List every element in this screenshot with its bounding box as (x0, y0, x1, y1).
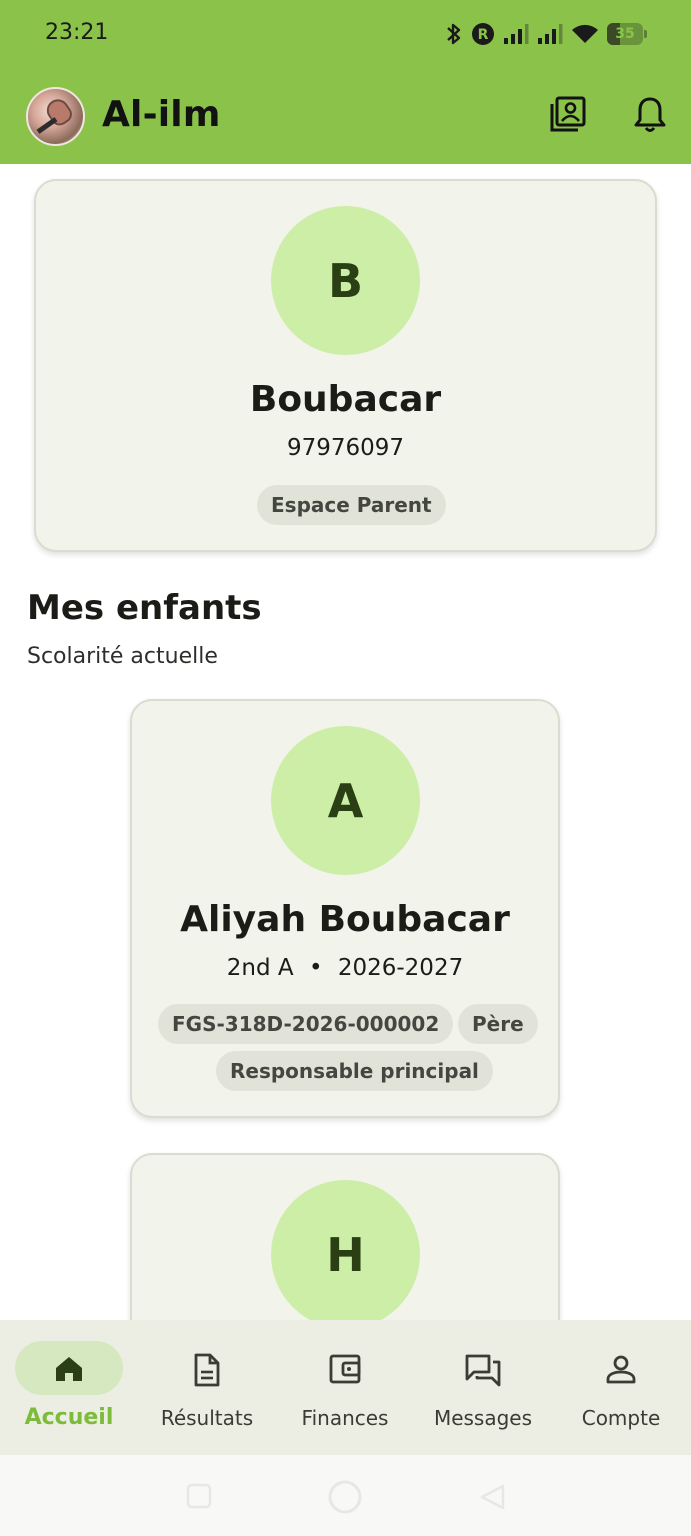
parent-profile-card: B Boubacar 97976097 Espace Parent (34, 179, 657, 552)
nav-item-finances[interactable]: Finances (276, 1320, 414, 1455)
nav-item-compte[interactable]: Compte (552, 1320, 690, 1455)
home-icon (0, 1352, 138, 1388)
status-time: 23:21 (45, 20, 109, 45)
bell-icon (633, 95, 667, 137)
app-title: Al-ilm (102, 94, 221, 135)
child-card[interactable]: A Aliyah Boubacar 2nd A • 2026-2027 FGS-… (130, 699, 560, 1118)
signal-icon (537, 23, 563, 45)
system-navigation-bar (0, 1455, 691, 1536)
child-avatar: A (271, 726, 420, 875)
separator-dot: • (308, 955, 323, 981)
nav-label: Compte (581, 1406, 661, 1430)
contact-card-icon (548, 94, 588, 138)
roaming-r-icon: R (471, 22, 495, 46)
child-name: Aliyah Boubacar (180, 899, 510, 940)
nav-label: Messages (433, 1406, 533, 1430)
wallet-icon (276, 1352, 414, 1388)
section-subtitle: Scolarité actuelle (27, 644, 218, 669)
chat-icon (414, 1352, 552, 1388)
battery-icon: 35 (607, 23, 647, 45)
student-id-chip: FGS-318D-2026-000002 (158, 1004, 454, 1044)
person-icon (552, 1352, 690, 1388)
child-class-year: 2nd A • 2026-2027 (132, 955, 558, 981)
app-header: 23:21 R 35 Al-ilm (0, 0, 691, 164)
child-school-year: 2026-2027 (337, 955, 464, 981)
bluetooth-icon (445, 21, 463, 47)
bottom-navigation: Accueil Résultats Finances Messages Comp… (0, 1320, 691, 1455)
relation-chip: Père (458, 1004, 538, 1044)
status-icons: R 35 (445, 20, 647, 48)
recents-square-icon[interactable] (186, 1483, 212, 1513)
home-circle-icon[interactable] (327, 1479, 363, 1519)
app-logo-avatar[interactable] (26, 87, 85, 146)
nav-label: Accueil (24, 1405, 114, 1430)
parent-avatar: B (271, 206, 420, 355)
child-avatar: H (271, 1180, 420, 1329)
nav-item-messages[interactable]: Messages (414, 1320, 552, 1455)
nav-label: Résultats (160, 1406, 254, 1430)
wifi-icon (571, 23, 599, 45)
battery-level: 35 (615, 26, 635, 42)
document-icon (138, 1352, 276, 1388)
section-title: Mes enfants (27, 588, 262, 628)
back-triangle-icon[interactable] (478, 1483, 506, 1515)
responsible-chip: Responsable principal (216, 1051, 493, 1091)
nav-label: Finances (301, 1406, 389, 1430)
parent-name: Boubacar (249, 379, 442, 420)
role-chip: Espace Parent (257, 485, 446, 525)
parent-phone: 97976097 (286, 435, 405, 461)
contact-card-button[interactable] (548, 96, 588, 136)
nav-item-resultats[interactable]: Résultats (138, 1320, 276, 1455)
child-class: 2nd A (226, 955, 294, 981)
signal-icon (503, 23, 529, 45)
nav-item-accueil[interactable]: Accueil (0, 1320, 138, 1455)
svg-text:R: R (478, 27, 489, 43)
notifications-button[interactable] (630, 96, 670, 136)
microphone-stand (36, 117, 58, 134)
